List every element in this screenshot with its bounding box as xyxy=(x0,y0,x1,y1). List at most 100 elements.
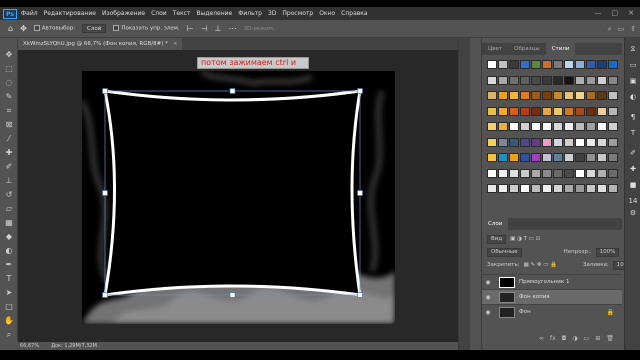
style-swatch[interactable] xyxy=(564,75,574,85)
style-swatch[interactable] xyxy=(597,137,607,147)
link-icon[interactable]: ∞ xyxy=(539,335,544,344)
style-swatch[interactable] xyxy=(575,106,585,116)
style-swatch[interactable] xyxy=(487,153,497,162)
menu-window[interactable]: Окно xyxy=(319,10,335,17)
style-swatch[interactable] xyxy=(509,168,519,178)
brush-tool-icon[interactable]: ✐ xyxy=(3,162,15,172)
style-swatch[interactable] xyxy=(553,106,563,116)
distribute-icon[interactable]: ⋯ xyxy=(229,24,237,33)
adjustment-icon[interactable]: ◑ xyxy=(572,335,577,344)
tab-layers[interactable]: Слои xyxy=(482,218,509,230)
lock-icons[interactable]: ▦ ✎ ✥ ▭ 🔒 xyxy=(524,262,557,268)
style-swatch[interactable] xyxy=(586,137,596,147)
style-swatch[interactable] xyxy=(509,122,519,131)
style-swatch[interactable] xyxy=(487,122,497,131)
align-left-icon[interactable]: ⊢ xyxy=(187,24,194,33)
new-layer-icon[interactable]: ⊞ xyxy=(595,335,600,344)
marquee-tool-icon[interactable]: ⬚ xyxy=(3,64,15,74)
style-swatch[interactable] xyxy=(608,91,618,100)
style-swatch[interactable] xyxy=(608,153,618,162)
style-swatch[interactable] xyxy=(553,122,563,131)
style-swatch[interactable] xyxy=(487,75,497,85)
vertical-scrollbar[interactable] xyxy=(458,38,470,350)
style-swatch[interactable] xyxy=(597,75,607,85)
trash-icon[interactable]: 🗑 xyxy=(606,335,614,344)
style-swatch[interactable] xyxy=(542,106,552,116)
style-swatch[interactable] xyxy=(564,184,574,193)
style-swatch[interactable] xyxy=(586,75,596,85)
style-swatch[interactable] xyxy=(531,106,541,116)
menu-layers[interactable]: Слои xyxy=(151,10,167,17)
style-swatch[interactable] xyxy=(520,168,530,178)
menu-view[interactable]: Просмотр xyxy=(282,10,313,17)
align-center-icon[interactable]: ⊣ xyxy=(201,24,208,33)
frame-tool-icon[interactable]: ⊠ xyxy=(3,120,15,130)
show-controls-checkbox[interactable] xyxy=(113,25,120,32)
style-swatch[interactable] xyxy=(487,106,497,116)
paragraph-icon[interactable]: ¶ xyxy=(628,112,638,122)
history-icon[interactable]: ⧖ xyxy=(628,44,638,54)
style-swatch[interactable] xyxy=(542,168,552,178)
style-swatch[interactable] xyxy=(498,106,508,116)
style-swatch[interactable] xyxy=(487,184,497,193)
tab-styles[interactable]: Стили xyxy=(545,43,576,55)
style-swatch[interactable] xyxy=(509,137,519,147)
home-icon[interactable]: ⌂ xyxy=(8,24,13,33)
healing-brush-tool-icon[interactable]: ✚ xyxy=(3,148,15,158)
style-swatch[interactable] xyxy=(520,75,530,85)
path-select-tool-icon[interactable]: ➤ xyxy=(3,288,15,298)
style-swatch[interactable] xyxy=(509,91,519,100)
style-swatch[interactable] xyxy=(597,153,607,162)
mask-icon[interactable]: ◘ xyxy=(562,335,567,344)
layer-row-selected[interactable]: ◉ Фон копия xyxy=(482,289,622,304)
style-swatch[interactable] xyxy=(498,184,508,193)
style-swatch[interactable] xyxy=(575,91,585,100)
menu-type[interactable]: Текст xyxy=(173,10,191,17)
color-panel-icon[interactable]: ■ xyxy=(628,180,638,190)
panel-icon[interactable]: ▣ xyxy=(628,76,638,86)
history-brush-tool-icon[interactable]: ↺ xyxy=(3,190,15,200)
style-swatch[interactable] xyxy=(531,75,541,85)
gradient-tool-icon[interactable]: ▦ xyxy=(3,218,15,228)
style-swatch[interactable] xyxy=(509,153,519,162)
style-swatch[interactable] xyxy=(586,184,596,193)
style-swatch[interactable] xyxy=(564,106,574,116)
fx-icon[interactable]: fx xyxy=(550,335,556,344)
minimize-button[interactable]: — xyxy=(595,9,602,17)
type-tool-icon[interactable]: T xyxy=(3,274,15,284)
align-right-icon[interactable]: ⊥ xyxy=(215,24,222,33)
style-swatch[interactable] xyxy=(498,153,508,162)
layer-row[interactable]: ◉ Прямоугольник 1 xyxy=(482,274,622,289)
pen-tool-icon[interactable]: ✒ xyxy=(3,260,15,270)
style-swatch[interactable] xyxy=(608,106,618,116)
style-swatch[interactable] xyxy=(509,106,519,116)
style-swatch[interactable] xyxy=(542,122,552,131)
style-swatch[interactable] xyxy=(509,184,519,193)
folder-icon[interactable]: ▭ xyxy=(584,335,590,344)
opacity-field[interactable]: 100% xyxy=(595,247,620,257)
style-swatch[interactable] xyxy=(564,122,574,131)
style-swatch[interactable] xyxy=(542,60,552,69)
document-tab[interactable]: XkWmzSLYQhU.jpg @ 66,7% (Фон копия, RGB/… xyxy=(18,38,183,50)
style-swatch[interactable] xyxy=(487,60,497,69)
style-swatch[interactable] xyxy=(553,91,563,100)
layer-row[interactable]: ◉ Фон 🔒 xyxy=(482,304,622,319)
quick-select-tool-icon[interactable]: ✎ xyxy=(3,92,15,102)
style-swatch[interactable] xyxy=(586,168,596,178)
style-swatch[interactable] xyxy=(597,60,607,69)
style-swatch[interactable] xyxy=(509,75,519,85)
tab-color[interactable]: Цвет xyxy=(482,43,508,55)
menu-3d[interactable]: 3D xyxy=(268,10,276,17)
panel-icon[interactable]: ▭ xyxy=(628,60,638,70)
style-swatch[interactable] xyxy=(597,106,607,116)
style-swatch[interactable] xyxy=(498,75,508,85)
blur-tool-icon[interactable]: ◆ xyxy=(3,232,15,242)
style-swatch[interactable] xyxy=(520,184,530,193)
style-swatch[interactable] xyxy=(597,91,607,100)
type-panel-icon[interactable]: T xyxy=(628,128,638,138)
style-swatch[interactable] xyxy=(542,184,552,193)
style-swatch[interactable] xyxy=(608,60,618,69)
style-swatch[interactable] xyxy=(564,153,574,162)
style-swatch[interactable] xyxy=(498,91,508,100)
style-swatch[interactable] xyxy=(531,60,541,69)
